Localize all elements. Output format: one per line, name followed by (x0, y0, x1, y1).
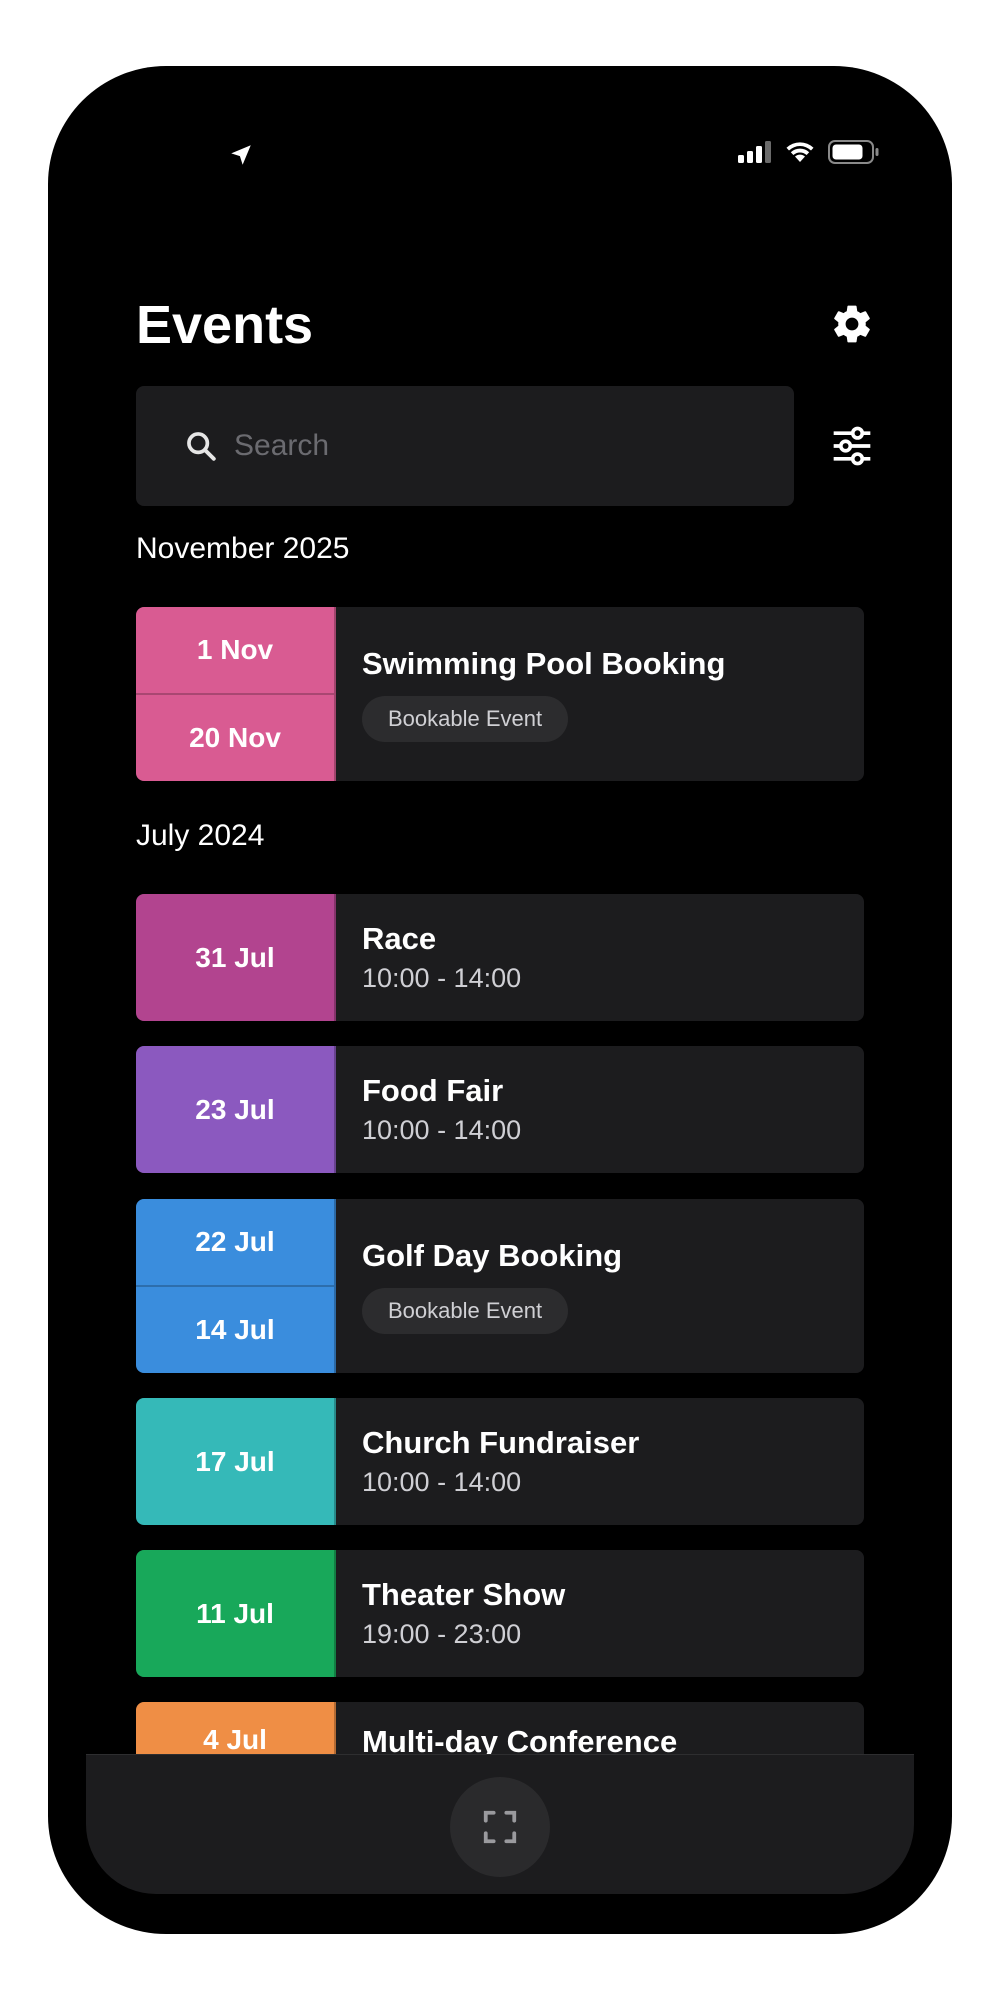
end-date: 14 Jul (136, 1285, 334, 1373)
search-bar[interactable] (136, 386, 794, 506)
section-heading: July 2024 (136, 819, 265, 852)
expand-icon (483, 1810, 517, 1844)
event-title: Food Fair (362, 1073, 504, 1108)
app-screen: 13:44 Events Search November 2025 1 Nov … (86, 66, 914, 1894)
event-time: 10:00 - 14:00 (362, 1115, 522, 1145)
end-date: 20 Nov (136, 693, 334, 781)
start-date: 1 Nov (196, 634, 274, 665)
battery-icon (828, 140, 879, 164)
event-card-race[interactable]: 31 Jul Race 10:00 - 14:00 (136, 894, 864, 1021)
status-time: 13:44 (128, 134, 254, 173)
date-block: 1 Nov 20 Nov (136, 607, 336, 781)
wifi-icon (786, 142, 814, 162)
sliders-icon[interactable] (830, 424, 874, 468)
gear-icon[interactable] (830, 302, 874, 346)
expand-button[interactable] (450, 1777, 550, 1877)
event-date: 31 Jul (195, 941, 275, 973)
date-block: 31 Jul (136, 894, 336, 1021)
page-title: Events (136, 295, 314, 355)
event-title: Race (362, 921, 437, 956)
event-date: 17 Jul (195, 1445, 275, 1477)
date-block: 11 Jul (136, 1550, 336, 1677)
event-title: Golf Day Booking (362, 1238, 623, 1273)
search-icon (187, 432, 216, 461)
start-date: 22 Jul (195, 1226, 275, 1257)
event-info: Golf Day Booking Bookable Event (336, 1199, 864, 1373)
event-title: Theater Show (362, 1577, 566, 1612)
date-block: 23 Jul (136, 1046, 336, 1173)
search-input[interactable] (232, 428, 756, 464)
date-block: 22 Jul 14 Jul (136, 1199, 336, 1373)
event-info: Theater Show 19:00 - 23:00 (336, 1550, 864, 1677)
event-card-food-fair[interactable]: 23 Jul Food Fair 10:00 - 14:00 (136, 1046, 864, 1173)
event-title: Church Fundraiser (362, 1425, 640, 1460)
event-time: 10:00 - 14:00 (362, 963, 522, 993)
event-title: Swimming Pool Booking (362, 646, 726, 681)
event-info: Food Fair 10:00 - 14:00 (336, 1046, 864, 1173)
event-info: Race 10:00 - 14:00 (336, 894, 864, 1021)
status-icons (738, 140, 880, 164)
event-card-church-fundraiser[interactable]: 17 Jul Church Fundraiser 10:00 - 14:00 (136, 1398, 864, 1525)
date-block: 17 Jul (136, 1398, 336, 1525)
section-heading: November 2025 (136, 532, 350, 565)
event-time: 19:00 - 23:00 (362, 1619, 522, 1649)
event-card-theater-show[interactable]: 11 Jul Theater Show 19:00 - 23:00 (136, 1550, 864, 1677)
bottom-bar (86, 1754, 914, 1894)
event-card-swimming-pool-booking[interactable]: 1 Nov 20 Nov Swimming Pool Booking Booka… (136, 607, 864, 781)
bookable-badge: Bookable Event (362, 1288, 569, 1334)
event-card-golf-day-booking[interactable]: 22 Jul 14 Jul Golf Day Booking Bookable … (136, 1199, 864, 1373)
event-date: 23 Jul (195, 1093, 275, 1125)
event-info: Swimming Pool Booking Bookable Event (336, 607, 864, 781)
event-time: 10:00 - 14:00 (362, 1467, 522, 1497)
location-arrow-icon (230, 144, 251, 165)
bookable-badge: Bookable Event (362, 696, 569, 742)
signal-bars-icon (738, 141, 771, 163)
event-date: 11 Jul (196, 1597, 274, 1629)
event-info: Church Fundraiser 10:00 - 14:00 (336, 1398, 864, 1525)
status-time-text: 13:44 (128, 136, 213, 173)
phone-frame: 13:44 Events Search November 2025 1 Nov … (48, 66, 952, 1934)
